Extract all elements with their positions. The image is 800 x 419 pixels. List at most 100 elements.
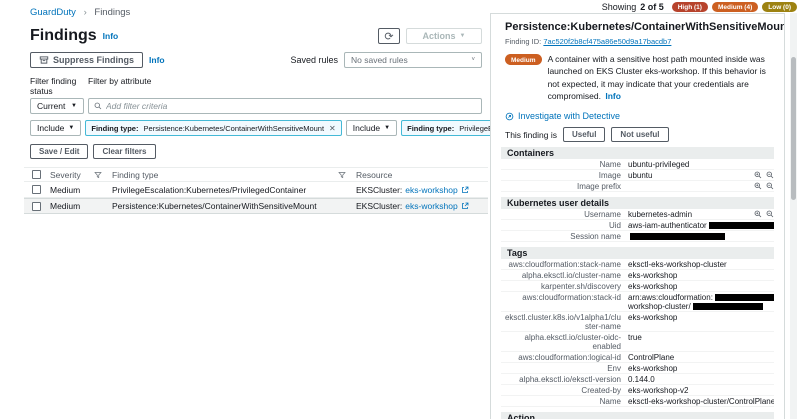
description-info-link[interactable]: Info xyxy=(605,91,621,101)
page-title-info-link[interactable]: Info xyxy=(103,31,119,41)
actions-button[interactable]: Actions ▼ xyxy=(406,28,482,44)
resource-link[interactable]: eks-workshop xyxy=(405,201,457,211)
guardduty-findings-page: GuardDuty › Findings Findings Info ⟳ Act… xyxy=(0,0,800,419)
suppress-findings-button[interactable]: Suppress Findings xyxy=(30,52,143,68)
detail-field-row: Usernamekubernetes-admin xyxy=(501,209,774,220)
detail-field-row: Session name xyxy=(501,231,774,242)
breadcrumb-guardduty-link[interactable]: GuardDuty xyxy=(30,7,76,18)
finding-id-link[interactable]: 7ac520f2b8cf475a86e50d9a17bacdb7 xyxy=(543,37,671,46)
filter-icon[interactable] xyxy=(94,171,102,179)
filter-status-label: Filter finding status xyxy=(30,76,88,96)
field-label: aws:cloudformation:stack-name xyxy=(501,260,621,269)
row-checkbox[interactable] xyxy=(32,185,41,194)
field-value: ubuntu-privileged xyxy=(628,160,774,169)
field-value: 0.144.0 xyxy=(628,375,774,384)
suppress-info-link[interactable]: Info xyxy=(149,55,165,65)
detail-field-row: alpha.eksctl.io/cluster-oidc-enabledtrue xyxy=(501,332,774,352)
severity-count-badge: Medium (4) xyxy=(712,2,758,12)
chevron-down-icon: ▼ xyxy=(68,125,74,131)
include-filter-select[interactable]: Include▼ xyxy=(346,120,397,136)
section-header: Kubernetes user details xyxy=(501,197,774,209)
field-label: aws:cloudformation:logical-id xyxy=(501,353,621,362)
zoom-out-icon[interactable] xyxy=(766,182,774,190)
field-value-text: eks-workshop-v2 xyxy=(628,386,688,395)
filter-chip[interactable]: Finding type: Persistence:Kubernetes/Con… xyxy=(85,120,341,136)
zoom-in-icon[interactable] xyxy=(754,210,762,218)
zoom-in-icon[interactable] xyxy=(754,182,762,190)
detail-field-row: eksctl.cluster.k8s.io/v1alpha1/cluster-n… xyxy=(501,312,774,332)
checkbox-cell xyxy=(24,185,50,194)
field-value: ubuntu xyxy=(628,171,750,180)
finding-type-cell: Persistence:Kubernetes/ContainerWithSens… xyxy=(112,201,356,211)
finding-id-label: Finding ID: xyxy=(505,37,543,46)
row-checkbox[interactable] xyxy=(32,202,41,211)
finding-row[interactable]: MediumPrivilegeEscalation:Kubernetes/Pri… xyxy=(24,182,488,198)
zoom-out-icon[interactable] xyxy=(766,210,774,218)
filter-search-input[interactable] xyxy=(106,101,476,111)
field-label: Uid xyxy=(501,221,621,230)
field-value-text: eksctl-eks-workshop-cluster xyxy=(628,260,727,269)
field-value: eks-workshop xyxy=(628,282,774,291)
select-all-checkbox[interactable] xyxy=(32,170,41,179)
field-label: Env xyxy=(501,364,621,373)
zoom-in-icon[interactable] xyxy=(754,171,762,179)
field-value-text: eks-workshop xyxy=(628,271,677,280)
detail-field-row: alpha.eksctl.io/cluster-name eks-workshop xyxy=(501,270,774,281)
field-label: Created-by xyxy=(501,386,621,395)
field-value: aws-iam-authenticator xyxy=(628,221,774,230)
severity-cell: Medium xyxy=(50,201,112,211)
field-label: alpha.eksctl.io/cluster-name xyxy=(501,271,621,280)
severity-count-badge: Low (0) xyxy=(762,2,797,12)
field-zoom-controls xyxy=(754,182,774,191)
include-filter-label: Include xyxy=(37,123,64,133)
severity-column-header[interactable]: Severity xyxy=(50,170,81,180)
clear-filters-button[interactable]: Clear filters xyxy=(93,144,155,159)
scrollbar-thumb[interactable] xyxy=(791,57,796,200)
investigate-with-detective-link[interactable]: Investigate with Detective xyxy=(518,111,620,121)
panel-sections: ContainersNameubuntu-privilegedImageubun… xyxy=(491,147,784,419)
resource-link[interactable]: eks-workshop xyxy=(405,185,457,195)
save-edit-button[interactable]: Save / Edit xyxy=(30,144,88,159)
include-filter-select[interactable]: Include ▼ xyxy=(30,120,81,136)
refresh-button[interactable]: ⟳ xyxy=(378,28,400,44)
section-header: Containers xyxy=(501,147,774,159)
useful-button[interactable]: Useful xyxy=(563,127,605,142)
field-value-text: ubuntu xyxy=(628,171,652,180)
field-label: Session name xyxy=(501,232,621,241)
detail-field-row: aws:cloudformation:stack-name eksctl-eks-… xyxy=(501,259,774,270)
finding-detail-panel: Persistence:Kubernetes/ContainerWithSens… xyxy=(490,13,785,419)
field-label: karpenter.sh/discovery xyxy=(501,282,621,291)
not-useful-button[interactable]: Not useful xyxy=(611,127,668,142)
resource-column-header[interactable]: Resource xyxy=(356,170,392,180)
detail-field-row: karpenter.sh/discovery eks-workshop xyxy=(501,281,774,292)
zoom-out-icon[interactable] xyxy=(766,171,774,179)
saved-rules-select[interactable]: No saved rules ˅ xyxy=(344,52,482,68)
external-link-icon[interactable] xyxy=(461,202,469,210)
filter-icon[interactable] xyxy=(338,171,346,179)
finding-status-select[interactable]: Current ▼ xyxy=(30,98,84,114)
field-value-text: workshop-cluster/ xyxy=(628,302,691,311)
checkbox-cell xyxy=(24,202,50,211)
redacted-value xyxy=(715,294,774,301)
finding-row[interactable]: MediumPersistence:Kubernetes/ContainerWi… xyxy=(24,198,488,214)
detail-field-row: Uid aws-iam-authenticator xyxy=(501,220,774,231)
suppress-findings-label: Suppress Findings xyxy=(53,55,134,65)
showing-label: Showing xyxy=(602,2,637,12)
section-header: Action xyxy=(501,412,774,419)
field-value-text: ControlPlane xyxy=(628,353,674,362)
field-label: eksctl.cluster.k8s.io/v1alpha1/cluster-n… xyxy=(501,313,621,331)
remove-filter-icon[interactable]: ✕ xyxy=(329,124,336,133)
field-value-text: eks-workshop xyxy=(628,364,677,373)
breadcrumb: GuardDuty › Findings xyxy=(0,0,490,18)
field-label: alpha.eksctl.io/cluster-oidc-enabled xyxy=(501,333,621,351)
resource-prefix: EKSCluster: xyxy=(356,201,402,211)
include-filter-label: Include xyxy=(353,123,380,133)
findings-table-header: Severity Finding type Resource xyxy=(24,167,488,182)
field-label: alpha.eksctl.io/eksctl-version xyxy=(501,375,621,384)
chevron-down-icon: ▼ xyxy=(71,103,77,109)
external-link-icon[interactable] xyxy=(461,186,469,194)
breadcrumb-separator: › xyxy=(84,7,87,18)
field-value-text: 0.144.0 xyxy=(628,375,655,384)
filter-chips-row: Include ▼ Finding type: Persistence:Kubern… xyxy=(30,120,482,136)
finding-type-column-header[interactable]: Finding type xyxy=(112,170,158,180)
